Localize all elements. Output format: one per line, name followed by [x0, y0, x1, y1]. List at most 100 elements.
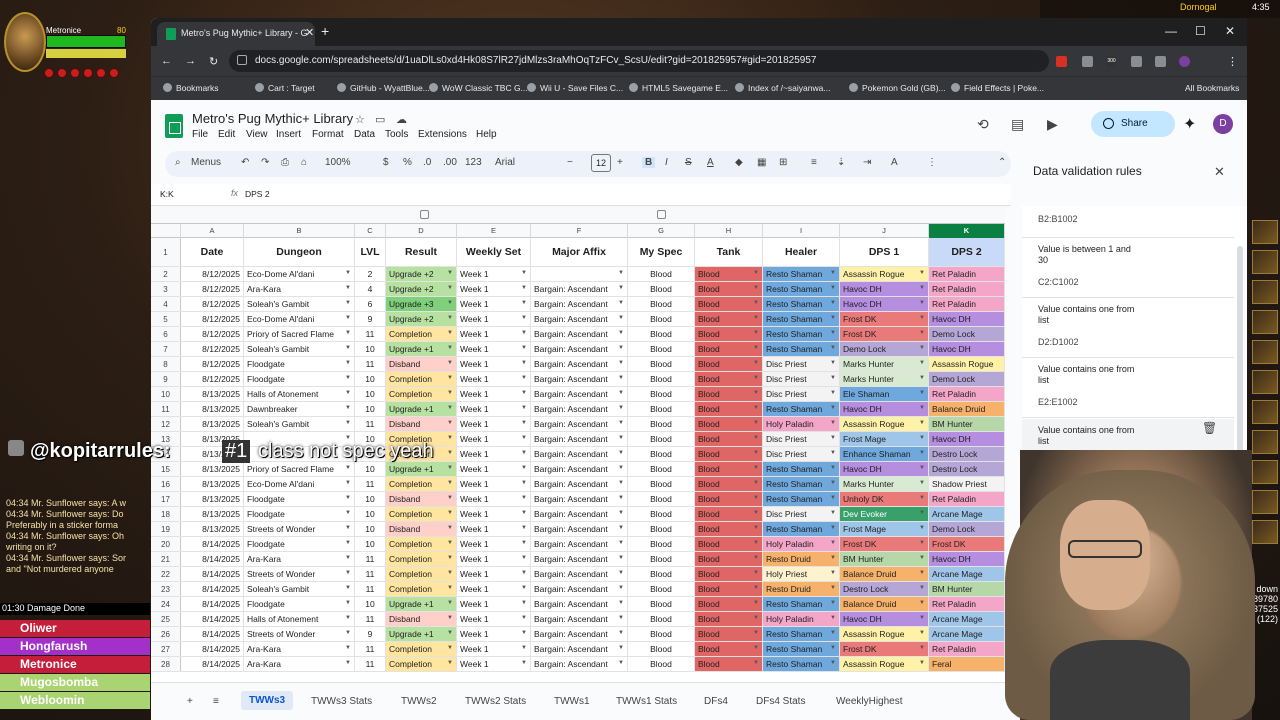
column-title[interactable]: DPS 2 [929, 238, 1005, 266]
dropdown-chevron-icon[interactable]: ▼ [447, 390, 453, 396]
dropdown-chevron-icon[interactable]: ▼ [830, 495, 836, 501]
cell-healer[interactable]: Resto Shaman ▼ [763, 402, 840, 416]
cell-dps2[interactable]: Demo Lock [929, 327, 1005, 341]
dropdown-chevron-icon[interactable]: ▼ [618, 585, 624, 591]
dropdown-chevron-icon[interactable]: ▼ [753, 405, 759, 411]
cell-week[interactable]: Week 1 ▼ [457, 402, 531, 416]
cell-week[interactable]: Week 1 ▼ [457, 522, 531, 536]
cell-spec[interactable]: Blood [628, 312, 695, 326]
dropdown-chevron-icon[interactable]: ▼ [521, 615, 527, 621]
move-folder-icon[interactable]: ▭ [375, 113, 385, 126]
bookmark-item[interactable]: Index of /~saiyanwa... [735, 83, 830, 93]
cell-result[interactable]: Completion ▼ [386, 507, 457, 521]
cell-dungeon[interactable]: Halls of Atonement ▼ [244, 387, 355, 401]
cell-result[interactable]: Upgrade +2 ▼ [386, 267, 457, 281]
dropdown-chevron-icon[interactable]: ▼ [618, 645, 624, 651]
row-number[interactable]: 6 [151, 327, 181, 341]
gemini-icon[interactable]: ✦ [1183, 114, 1196, 134]
dropdown-chevron-icon[interactable]: ▼ [447, 405, 453, 411]
dropdown-chevron-icon[interactable]: ▼ [345, 375, 351, 381]
menu-item-data[interactable]: Data [354, 129, 375, 140]
dropdown-chevron-icon[interactable]: ▼ [753, 375, 759, 381]
cell-spec[interactable]: Blood [628, 627, 695, 641]
dropdown-chevron-icon[interactable]: ▼ [919, 405, 925, 411]
cell-dps1[interactable]: Havoc DH ▼ [840, 402, 929, 416]
cell-dungeon[interactable]: Ara-Kara ▼ [244, 552, 355, 566]
cell-tank[interactable]: Blood ▼ [695, 537, 763, 551]
cell-date[interactable]: 8/12/2025 [181, 267, 244, 281]
cell-affix[interactable]: Bargain: Ascendant ▼ [531, 657, 628, 671]
sheet-tab-dfs4 stats[interactable]: DFs4 Stats [756, 696, 805, 707]
formula-input[interactable]: DPS 2 [245, 189, 270, 199]
column-title[interactable]: Dungeon [244, 238, 355, 266]
row-number[interactable]: 22 [151, 567, 181, 581]
cell-result[interactable]: Completion ▼ [386, 642, 457, 656]
all-sheets-icon[interactable]: ≡ [213, 696, 219, 707]
cell-week[interactable]: Week 1 ▼ [457, 612, 531, 626]
dropdown-chevron-icon[interactable]: ▼ [447, 540, 453, 546]
cell-week[interactable]: Week 1 ▼ [457, 462, 531, 476]
cell-lvl[interactable]: 11 [355, 582, 386, 596]
cell-week[interactable]: Week 1 ▼ [457, 627, 531, 641]
sheet-tab-twws3 stats[interactable]: TWWs3 Stats [311, 696, 372, 707]
cell-result[interactable]: Upgrade +1 ▼ [386, 627, 457, 641]
cell-date[interactable]: 8/14/2025 [181, 642, 244, 656]
cell-spec[interactable]: Blood [628, 582, 695, 596]
cell-dps2[interactable]: Ret Paladin [929, 597, 1005, 611]
dropdown-chevron-icon[interactable]: ▼ [919, 450, 925, 456]
dropdown-chevron-icon[interactable]: ▼ [753, 630, 759, 636]
cell-dps1[interactable]: Frost DK ▼ [840, 642, 929, 656]
cell-date[interactable]: 8/13/2025 [181, 402, 244, 416]
dropdown-chevron-icon[interactable]: ▼ [919, 630, 925, 636]
menu-item-file[interactable]: File [192, 129, 208, 140]
dropdown-chevron-icon[interactable]: ▼ [447, 600, 453, 606]
cell-affix[interactable]: Bargain: Ascendant ▼ [531, 612, 628, 626]
cell-dungeon[interactable]: Floodgate ▼ [244, 372, 355, 386]
cell-week[interactable]: Week 1 ▼ [457, 297, 531, 311]
cell-dungeon[interactable]: Dawnbreaker ▼ [244, 402, 355, 416]
cell-date[interactable]: 8/14/2025 [181, 552, 244, 566]
redo-icon[interactable]: ↷ [261, 157, 269, 168]
cell-date[interactable]: 8/14/2025 [181, 582, 244, 596]
row-number[interactable]: 16 [151, 477, 181, 491]
cell-spec[interactable]: Blood [628, 477, 695, 491]
cell-dungeon[interactable]: Streets of Wonder ▼ [244, 567, 355, 581]
cell-lvl[interactable]: 10 [355, 342, 386, 356]
cell-dps2[interactable]: Havoc DH [929, 342, 1005, 356]
bookmark-item[interactable]: WoW Classic TBC G... [429, 83, 528, 93]
cell-dps1[interactable]: Marks Hunter ▼ [840, 357, 929, 371]
font-size-decrease-icon[interactable]: − [567, 157, 573, 168]
dropdown-chevron-icon[interactable]: ▼ [830, 285, 836, 291]
cell-affix[interactable]: Bargain: Ascendant ▼ [531, 492, 628, 506]
history-icon[interactable]: ⟲ [977, 116, 989, 133]
cell-spec[interactable]: Blood [628, 552, 695, 566]
dropdown-chevron-icon[interactable]: ▼ [521, 555, 527, 561]
cell-dps2[interactable]: Ret Paladin [929, 642, 1005, 656]
dropdown-chevron-icon[interactable]: ▼ [345, 570, 351, 576]
cell-tank[interactable]: Blood ▼ [695, 312, 763, 326]
print-icon[interactable]: ⎙ [281, 157, 289, 168]
cell-lvl[interactable]: 4 [355, 282, 386, 296]
dropdown-chevron-icon[interactable]: ▼ [345, 390, 351, 396]
dropdown-chevron-icon[interactable]: ▼ [830, 465, 836, 471]
cell-date[interactable]: 8/14/2025 [181, 537, 244, 551]
cell-dps2[interactable]: Assassin Rogue [929, 357, 1005, 371]
cell-week[interactable]: Week 1 ▼ [457, 657, 531, 671]
dropdown-chevron-icon[interactable]: ▼ [618, 375, 624, 381]
dropdown-chevron-icon[interactable]: ▼ [447, 510, 453, 516]
cell-result[interactable]: Completion ▼ [386, 552, 457, 566]
cell-lvl[interactable]: 10 [355, 402, 386, 416]
cell-healer[interactable]: Resto Shaman ▼ [763, 522, 840, 536]
cell-dps1[interactable]: Demo Lock ▼ [840, 342, 929, 356]
cell-result[interactable]: Completion ▼ [386, 327, 457, 341]
dropdown-chevron-icon[interactable]: ▼ [345, 630, 351, 636]
document-title[interactable]: Metro's Pug Mythic+ Library [192, 111, 353, 126]
dropdown-chevron-icon[interactable]: ▼ [521, 270, 527, 276]
cell-lvl[interactable]: 9 [355, 312, 386, 326]
dropdown-chevron-icon[interactable]: ▼ [521, 375, 527, 381]
font-select[interactable]: Arial [495, 157, 515, 168]
cell-healer[interactable]: Disc Priest ▼ [763, 507, 840, 521]
dropdown-chevron-icon[interactable]: ▼ [521, 645, 527, 651]
maximize-icon[interactable]: ☐ [1195, 24, 1206, 38]
bold-button[interactable]: B [642, 157, 656, 168]
